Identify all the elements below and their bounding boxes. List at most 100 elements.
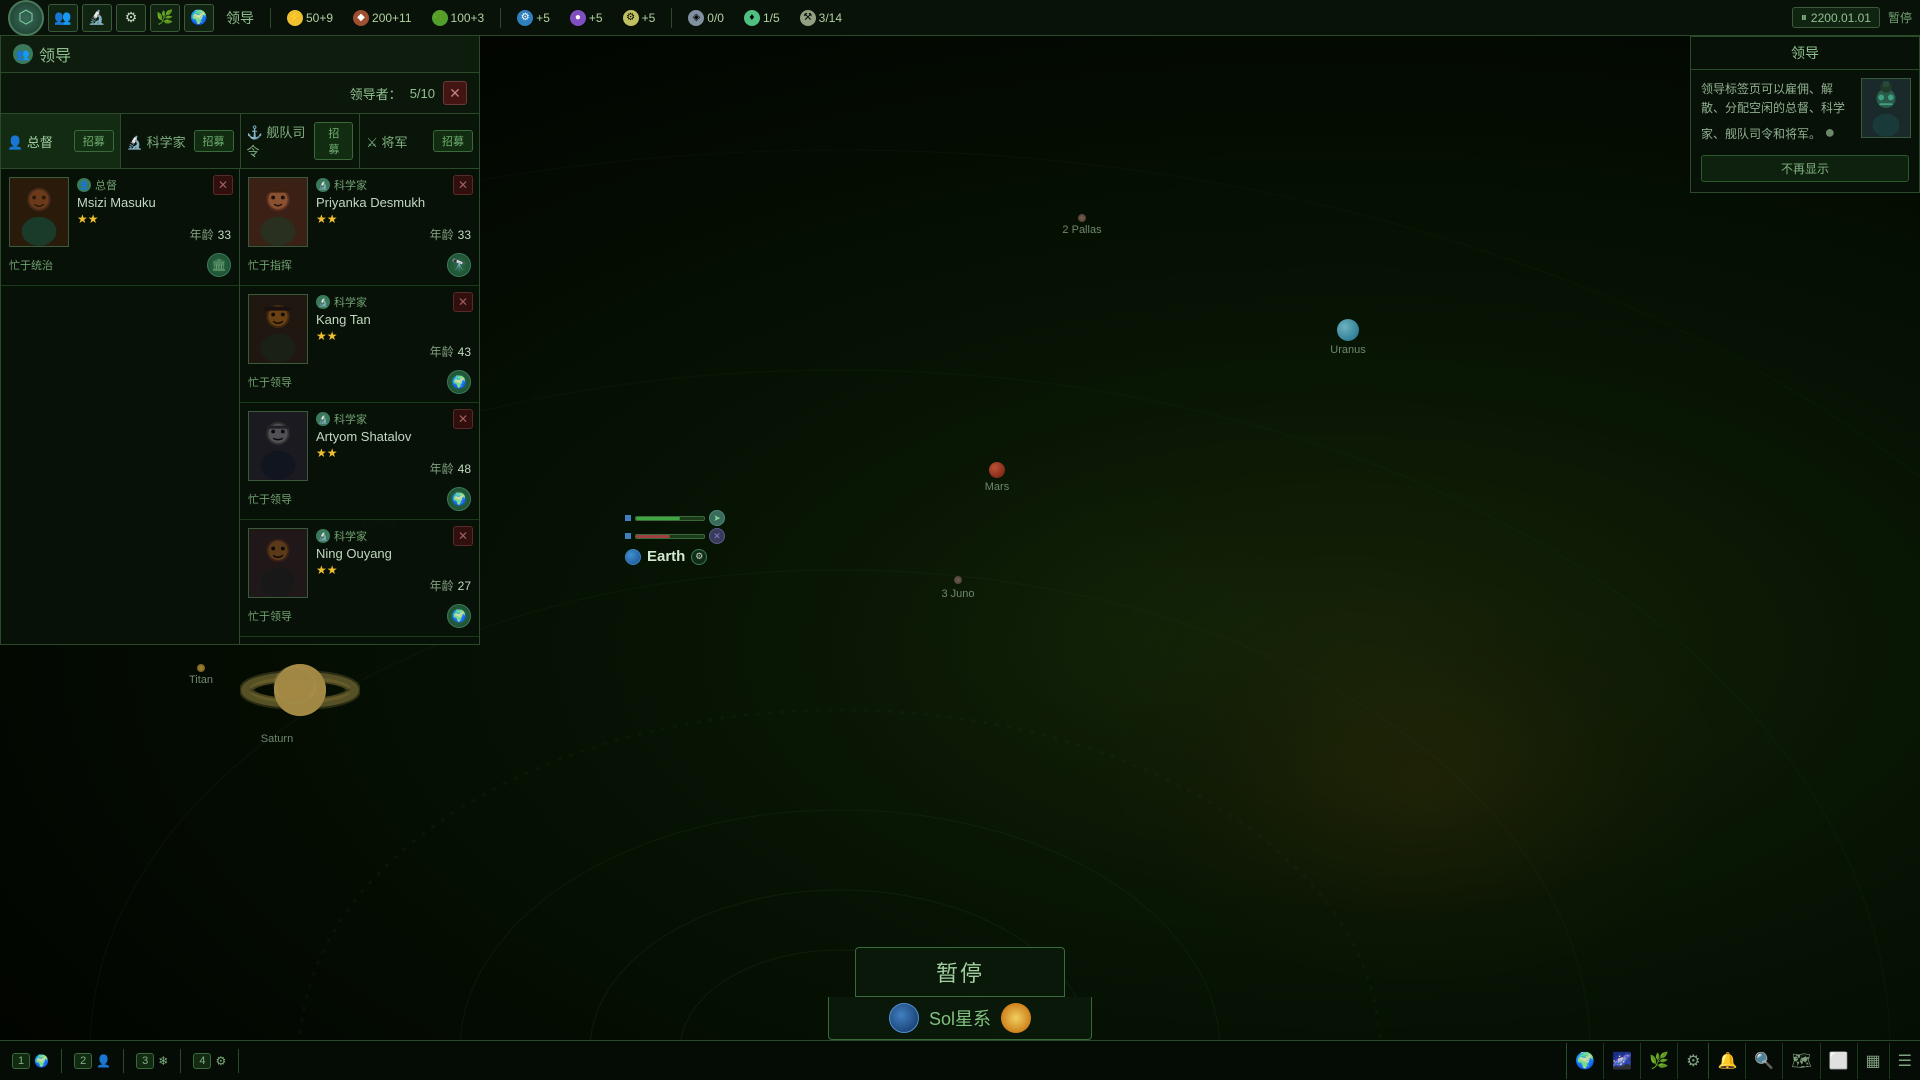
bottom-tab-1[interactable]: 1 🌍 bbox=[0, 1049, 62, 1073]
bottom-tab-2-icon: 👤 bbox=[96, 1054, 111, 1068]
scientist-4-info: 🔬 科学家 Ning Ouyang ★★ 年龄 27 bbox=[316, 528, 471, 594]
leadership-panel: 👥 领导 领导者： 5/10 ✕ 👤 总督 招募 🔬 科学家 招募 ⚓ 舰队司令… bbox=[0, 36, 480, 645]
scientist-2-info: 🔬 科学家 Kang Tan ★★ 年龄 43 bbox=[316, 294, 471, 360]
pause-icon: ⏸ bbox=[1801, 10, 1807, 25]
top-bar: ⬡ 👥 🔬 ⚙ 🌿 🌍 领导 ⚡ 50+9 ◆ 200+11 🌿 100+3 ⚙… bbox=[0, 0, 1920, 36]
scientist-4-role: 🔬 科学家 bbox=[316, 528, 471, 544]
resource-alloys: ◈ 0/0 bbox=[680, 8, 732, 28]
juno-label: 3 Juno bbox=[941, 588, 974, 600]
scientist-1-role: 🔬 科学家 bbox=[316, 177, 471, 193]
scientist-4-name: Ning Ouyang bbox=[316, 546, 471, 561]
scientist-3-stars: ★★ bbox=[316, 446, 471, 460]
dismiss-scientist-2-button[interactable]: ✕ bbox=[453, 292, 473, 312]
map-button[interactable]: 🗺 bbox=[1783, 1043, 1820, 1079]
alert-button[interactable]: 🔔 bbox=[1709, 1043, 1746, 1079]
zoom-in-button[interactable]: 🔍 bbox=[1746, 1043, 1783, 1079]
avatar bbox=[9, 177, 69, 247]
date-section: ⏸ 2200.01.01 暂停 bbox=[1792, 7, 1912, 28]
list-item: ✕ bbox=[240, 520, 479, 637]
bottom-tab-3-icon: ❄ bbox=[158, 1054, 168, 1068]
scientist-3-status-icon: 🌍 bbox=[447, 487, 471, 511]
empire-logo-button[interactable]: ⬡ bbox=[8, 0, 44, 36]
scientist-2-status-row: 忙于领导 🌍 bbox=[248, 370, 471, 394]
scientist-2-status-icon: 🌍 bbox=[447, 370, 471, 394]
earth-container[interactable]: ➤ ✕ Earth ⚙ bbox=[625, 510, 725, 565]
scientist-1-role-icon: 🔬 bbox=[316, 178, 330, 192]
dismiss-scientist-4-button[interactable]: ✕ bbox=[453, 526, 473, 546]
juno-planet[interactable] bbox=[954, 576, 962, 584]
saturn-system[interactable] bbox=[240, 645, 360, 730]
dismiss-scientist-3-button[interactable]: ✕ bbox=[453, 409, 473, 429]
avatar bbox=[248, 177, 308, 247]
scientist-2-age: 43 bbox=[458, 345, 471, 359]
bottom-right-section: 🌍 🌌 🌿 ⚙ 🔔 🔍 🗺 ⬜ ▦ ☰ bbox=[1566, 1043, 1920, 1079]
other-resource-icon: ⚒ bbox=[800, 10, 816, 26]
bottom-tab-3[interactable]: 3 ❄ bbox=[124, 1049, 181, 1073]
mars-planet[interactable] bbox=[989, 462, 1005, 478]
toolbar-btn-3[interactable]: ⚙ bbox=[116, 4, 146, 32]
no-show-button[interactable]: 不再显示 bbox=[1701, 155, 1909, 182]
consumer-icon: ♦ bbox=[744, 10, 760, 26]
toolbar-btn-2[interactable]: 🔬 bbox=[82, 4, 112, 32]
recruit-admiral-button[interactable]: 招募 bbox=[314, 122, 353, 160]
leadership-panel-title: 领导 bbox=[39, 42, 71, 66]
scientist-3-status-row: 忙于领导 🌍 bbox=[248, 487, 471, 511]
settings-button[interactable]: ⚙ bbox=[1678, 1043, 1708, 1079]
recruit-governor-button[interactable]: 招募 bbox=[74, 130, 114, 152]
earth-planet-label: Earth bbox=[647, 548, 685, 565]
scientist-3-age-row: 年龄 48 bbox=[316, 460, 471, 477]
toolbar-btn-1[interactable]: 👥 bbox=[48, 4, 78, 32]
bottom-tab-2[interactable]: 2 👤 bbox=[62, 1049, 124, 1073]
governor-status: 忙于统治 bbox=[9, 257, 53, 273]
scientist-4-status: 忙于领导 bbox=[248, 608, 292, 624]
resize-button[interactable]: ⬜ bbox=[1821, 1043, 1858, 1079]
right-panel-title: 领导 bbox=[1791, 45, 1819, 61]
tab-governor[interactable]: 👤 总督 招募 bbox=[1, 114, 121, 168]
right-panel: 领导 领导标签页可以雇佣、解散、分配空闲的总督、科学家、舰队司令和将军。 ● 不… bbox=[1690, 36, 1920, 193]
titan-planet[interactable] bbox=[197, 664, 205, 672]
titan-label: Titan bbox=[189, 674, 213, 686]
tree-button[interactable]: 🌿 bbox=[1641, 1043, 1678, 1079]
minimap-button[interactable]: 🌍 bbox=[1567, 1043, 1604, 1079]
resource-minerals: ◆ 200+11 bbox=[345, 8, 420, 28]
recruit-scientist-button[interactable]: 招募 bbox=[194, 130, 234, 152]
leadership-tab-label[interactable]: 领导 bbox=[218, 8, 262, 28]
governor-name: Msizi Masuku bbox=[77, 195, 231, 210]
tech-icon: ⚙ bbox=[517, 10, 533, 26]
tab-admiral[interactable]: ⚓ 舰队司令 招募 bbox=[241, 114, 361, 168]
paused-label: 暂停 bbox=[1888, 9, 1912, 26]
close-panel-button[interactable]: ✕ bbox=[443, 81, 467, 105]
list-item: ✕ bbox=[240, 286, 479, 403]
tab-admiral-label: ⚓ 舰队司令 bbox=[247, 122, 315, 160]
scientist-4-stars: ★★ bbox=[316, 563, 471, 577]
tab-scientist[interactable]: 🔬 科学家 招募 bbox=[121, 114, 241, 168]
list-item: ✕ bbox=[1, 169, 239, 286]
dismiss-governor-button[interactable]: ✕ bbox=[213, 175, 233, 195]
layout-button[interactable]: ▦ bbox=[1858, 1043, 1890, 1079]
resource-unity: ● +5 bbox=[562, 8, 611, 28]
resource-influence: ⚙ +5 bbox=[615, 8, 664, 28]
tab-general[interactable]: ⚔ 将军 招募 bbox=[360, 114, 479, 168]
menu-button[interactable]: ☰ bbox=[1890, 1043, 1920, 1079]
leadership-tab-row: 👤 总督 招募 🔬 科学家 招募 ⚓ 舰队司令 招募 ⚔ 将军 招募 bbox=[1, 114, 479, 169]
earth-planet-icon bbox=[625, 549, 641, 565]
recruit-general-button[interactable]: 招募 bbox=[433, 130, 473, 152]
toolbar-btn-5[interactable]: 🌍 bbox=[184, 4, 214, 32]
alloys-icon: ◈ bbox=[688, 10, 704, 26]
bottom-tab-4[interactable]: 4 ⚙ bbox=[181, 1049, 239, 1073]
system-star-icon bbox=[1001, 1003, 1031, 1033]
scientist-2-stars: ★★ bbox=[316, 329, 471, 343]
toolbar-btn-4[interactable]: 🌿 bbox=[150, 4, 180, 32]
separator-2 bbox=[500, 8, 501, 28]
avatar bbox=[248, 528, 308, 598]
galaxy-button[interactable]: 🌌 bbox=[1604, 1043, 1641, 1079]
uranus-planet[interactable] bbox=[1337, 319, 1359, 341]
pause-button[interactable]: ⏸ 2200.01.01 bbox=[1792, 7, 1880, 28]
earth-action-icon[interactable]: ⚙ bbox=[691, 549, 707, 565]
governor-status-row: 忙于统治 🏛 bbox=[9, 253, 231, 277]
scientist-1-status-row: 忙于指挥 🔭 bbox=[248, 253, 471, 277]
dismiss-scientist-1-button[interactable]: ✕ bbox=[453, 175, 473, 195]
governor-age-value: 33 bbox=[218, 228, 231, 242]
energy-icon: ⚡ bbox=[287, 10, 303, 26]
pallas-planet[interactable] bbox=[1078, 214, 1086, 222]
